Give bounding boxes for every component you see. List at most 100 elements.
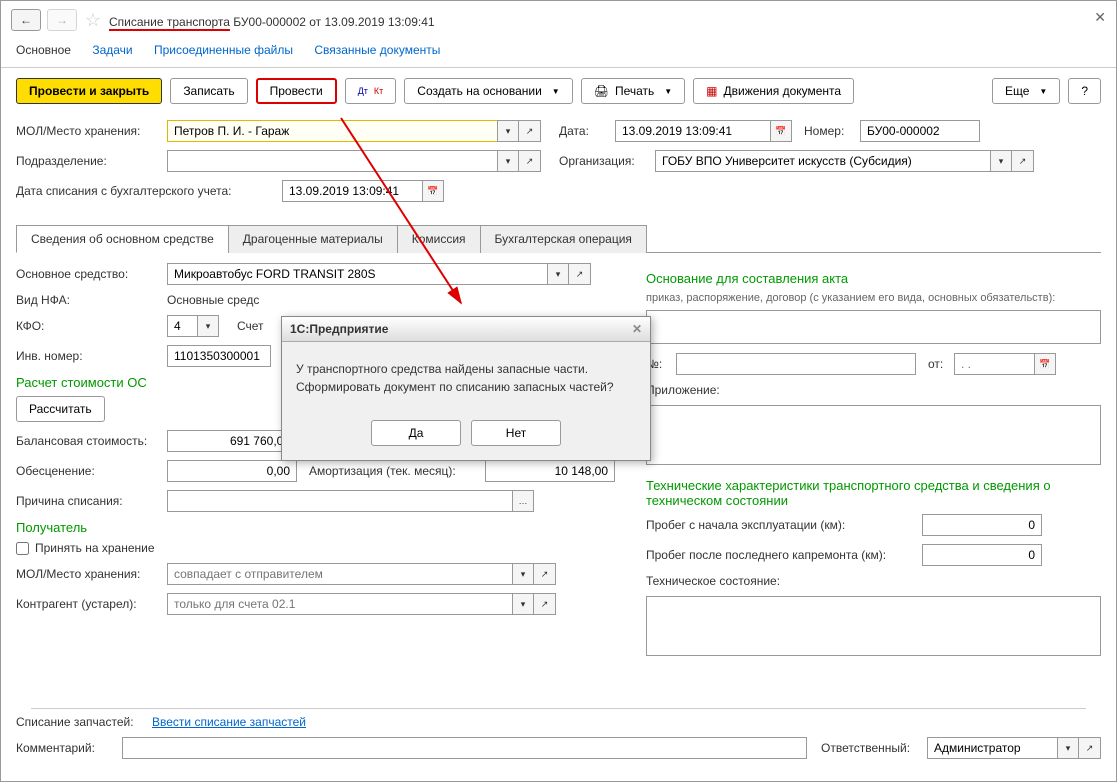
open-icon[interactable]: ↗ <box>1079 737 1101 759</box>
dtkt-button[interactable]: ДтКт <box>345 78 397 104</box>
calendar-icon[interactable]: 📅 <box>770 120 792 142</box>
mol2-input[interactable] <box>167 563 512 585</box>
inv-input[interactable] <box>167 345 271 367</box>
parts-link[interactable]: Ввести списание запчастей <box>152 715 306 729</box>
mileage1-label: Пробег с начала эксплуатации (км): <box>646 518 916 532</box>
basis-subtitle: приказ, распоряжение, договор (с указани… <box>646 292 1101 304</box>
date-input[interactable] <box>615 120 770 142</box>
os-input[interactable] <box>167 263 547 285</box>
linkbar: Основное Задачи Присоединенные файлы Свя… <box>1 39 1116 68</box>
amort-cur-input[interactable] <box>485 460 615 482</box>
open-icon[interactable]: ↗ <box>519 120 541 142</box>
parts-label: Списание запчастей: <box>16 715 146 729</box>
modal-body: У транспортного средства найдены запасны… <box>282 342 650 414</box>
calculate-button[interactable]: Рассчитать <box>16 396 105 422</box>
dropdown-icon[interactable]: ▾ <box>497 120 519 142</box>
resp-label: Ответственный: <box>821 741 921 755</box>
mileage2-label: Пробег после последнего капремонта (км): <box>646 548 916 562</box>
modal-close-icon[interactable]: ✕ <box>632 322 642 336</box>
modal-dialog: 1С:Предприятие✕ У транспортного средства… <box>281 316 651 461</box>
link-tasks[interactable]: Задачи <box>92 43 132 57</box>
writeoff-date-label: Дата списания с бухгалтерского учета: <box>16 184 276 198</box>
modal-no-button[interactable]: Нет <box>471 420 561 446</box>
dropdown-icon[interactable]: ▾ <box>512 593 534 615</box>
basis-textarea[interactable] <box>646 310 1101 344</box>
calendar-icon[interactable]: 📅 <box>422 180 444 202</box>
open-icon[interactable]: ↗ <box>569 263 591 285</box>
save-button[interactable]: Записать <box>170 78 247 104</box>
tab-accounting[interactable]: Бухгалтерская операция <box>480 225 647 253</box>
org-label: Организация: <box>559 154 649 168</box>
amort-cur-label: Амортизация (тек. месяц): <box>309 464 479 478</box>
impair-input[interactable] <box>167 460 297 482</box>
print-button[interactable]: 🖨Печать▼ <box>581 78 685 104</box>
tech-title: Технические характеристики транспортного… <box>646 478 1101 508</box>
back-button[interactable]: ← <box>11 9 41 31</box>
open-icon[interactable]: ↗ <box>534 593 556 615</box>
dropdown-icon[interactable]: ▾ <box>990 150 1012 172</box>
mol-input[interactable] <box>167 120 497 142</box>
impair-label: Обесценение: <box>16 464 161 478</box>
link-related[interactable]: Связанные документы <box>314 43 440 57</box>
movements-button[interactable]: ▦Движения документа <box>693 78 854 104</box>
resp-input[interactable] <box>927 737 1057 759</box>
close-icon[interactable]: ✕ <box>1094 9 1106 26</box>
dept-input[interactable] <box>167 150 497 172</box>
modal-yes-button[interactable]: Да <box>371 420 461 446</box>
toolbar: Провести и закрыть Записать Провести ДтК… <box>1 68 1116 114</box>
post-button[interactable]: Провести <box>256 78 337 104</box>
post-and-close-button[interactable]: Провести и закрыть <box>16 78 162 104</box>
modal-titlebar: 1С:Предприятие✕ <box>282 317 650 342</box>
dropdown-icon[interactable]: ▾ <box>1057 737 1079 759</box>
more-button[interactable]: Еще▼ <box>992 78 1060 104</box>
favorite-icon[interactable]: ☆ <box>83 10 103 30</box>
org-input[interactable] <box>655 150 990 172</box>
open-icon[interactable]: ↗ <box>519 150 541 172</box>
custody-label: Принять на хранение <box>35 541 155 555</box>
main-window: ← → ☆ Списание транспорта БУ00-000002 от… <box>0 0 1117 782</box>
nfa-label: Вид НФА: <box>16 293 161 307</box>
create-based-button[interactable]: Создать на основании▼ <box>404 78 572 104</box>
contr-input[interactable] <box>167 593 512 615</box>
kfo-input[interactable] <box>167 315 197 337</box>
mileage1-input[interactable] <box>922 514 1042 536</box>
forward-button[interactable]: → <box>47 9 77 31</box>
comment-label: Комментарий: <box>16 741 116 755</box>
help-button[interactable]: ? <box>1068 78 1101 104</box>
reason-input[interactable] <box>167 490 512 512</box>
dropdown-icon[interactable]: ▾ <box>512 563 534 585</box>
tab-os-info[interactable]: Сведения об основном средстве <box>16 225 229 253</box>
titlebar: ← → ☆ Списание транспорта БУ00-000002 от… <box>1 1 1116 39</box>
tab-precious[interactable]: Драгоценные материалы <box>228 225 398 253</box>
open-icon[interactable]: ↗ <box>1012 150 1034 172</box>
account-label: Счет <box>237 319 277 333</box>
contr-label: Контрагент (устарел): <box>16 597 161 611</box>
ellipsis-icon[interactable]: … <box>512 490 534 512</box>
link-files[interactable]: Присоединенные файлы <box>154 43 293 57</box>
balance-input[interactable] <box>167 430 297 452</box>
custody-checkbox[interactable] <box>16 542 29 555</box>
recipient-title: Получатель <box>16 520 626 535</box>
header-form: МОЛ/Место хранения: ▾↗ Дата: 📅 Номер: По… <box>1 114 1116 216</box>
right-column: Основание для составления акта приказ, р… <box>646 263 1101 659</box>
link-main[interactable]: Основное <box>16 43 71 57</box>
attach-textarea[interactable] <box>646 405 1101 465</box>
mileage2-input[interactable] <box>922 544 1042 566</box>
dropdown-icon[interactable]: ▾ <box>497 150 519 172</box>
open-icon[interactable]: ↗ <box>534 563 556 585</box>
tabs: Сведения об основном средстве Драгоценны… <box>16 224 1101 253</box>
comment-input[interactable] <box>122 737 807 759</box>
no-input[interactable] <box>676 353 916 375</box>
tab-commission[interactable]: Комиссия <box>397 225 481 253</box>
writeoff-date-input[interactable] <box>282 180 422 202</box>
dropdown-icon[interactable]: ▾ <box>547 263 569 285</box>
nfa-value: Основные средс <box>167 293 259 307</box>
printer-icon: 🖨 <box>594 84 609 98</box>
dept-label: Подразделение: <box>16 154 161 168</box>
calendar-icon[interactable]: 📅 <box>1034 353 1056 375</box>
attach-label: Приложение: <box>646 383 726 397</box>
cond-textarea[interactable] <box>646 596 1101 656</box>
number-input[interactable] <box>860 120 980 142</box>
dropdown-icon[interactable]: ▾ <box>197 315 219 337</box>
from-date-input[interactable] <box>954 353 1034 375</box>
